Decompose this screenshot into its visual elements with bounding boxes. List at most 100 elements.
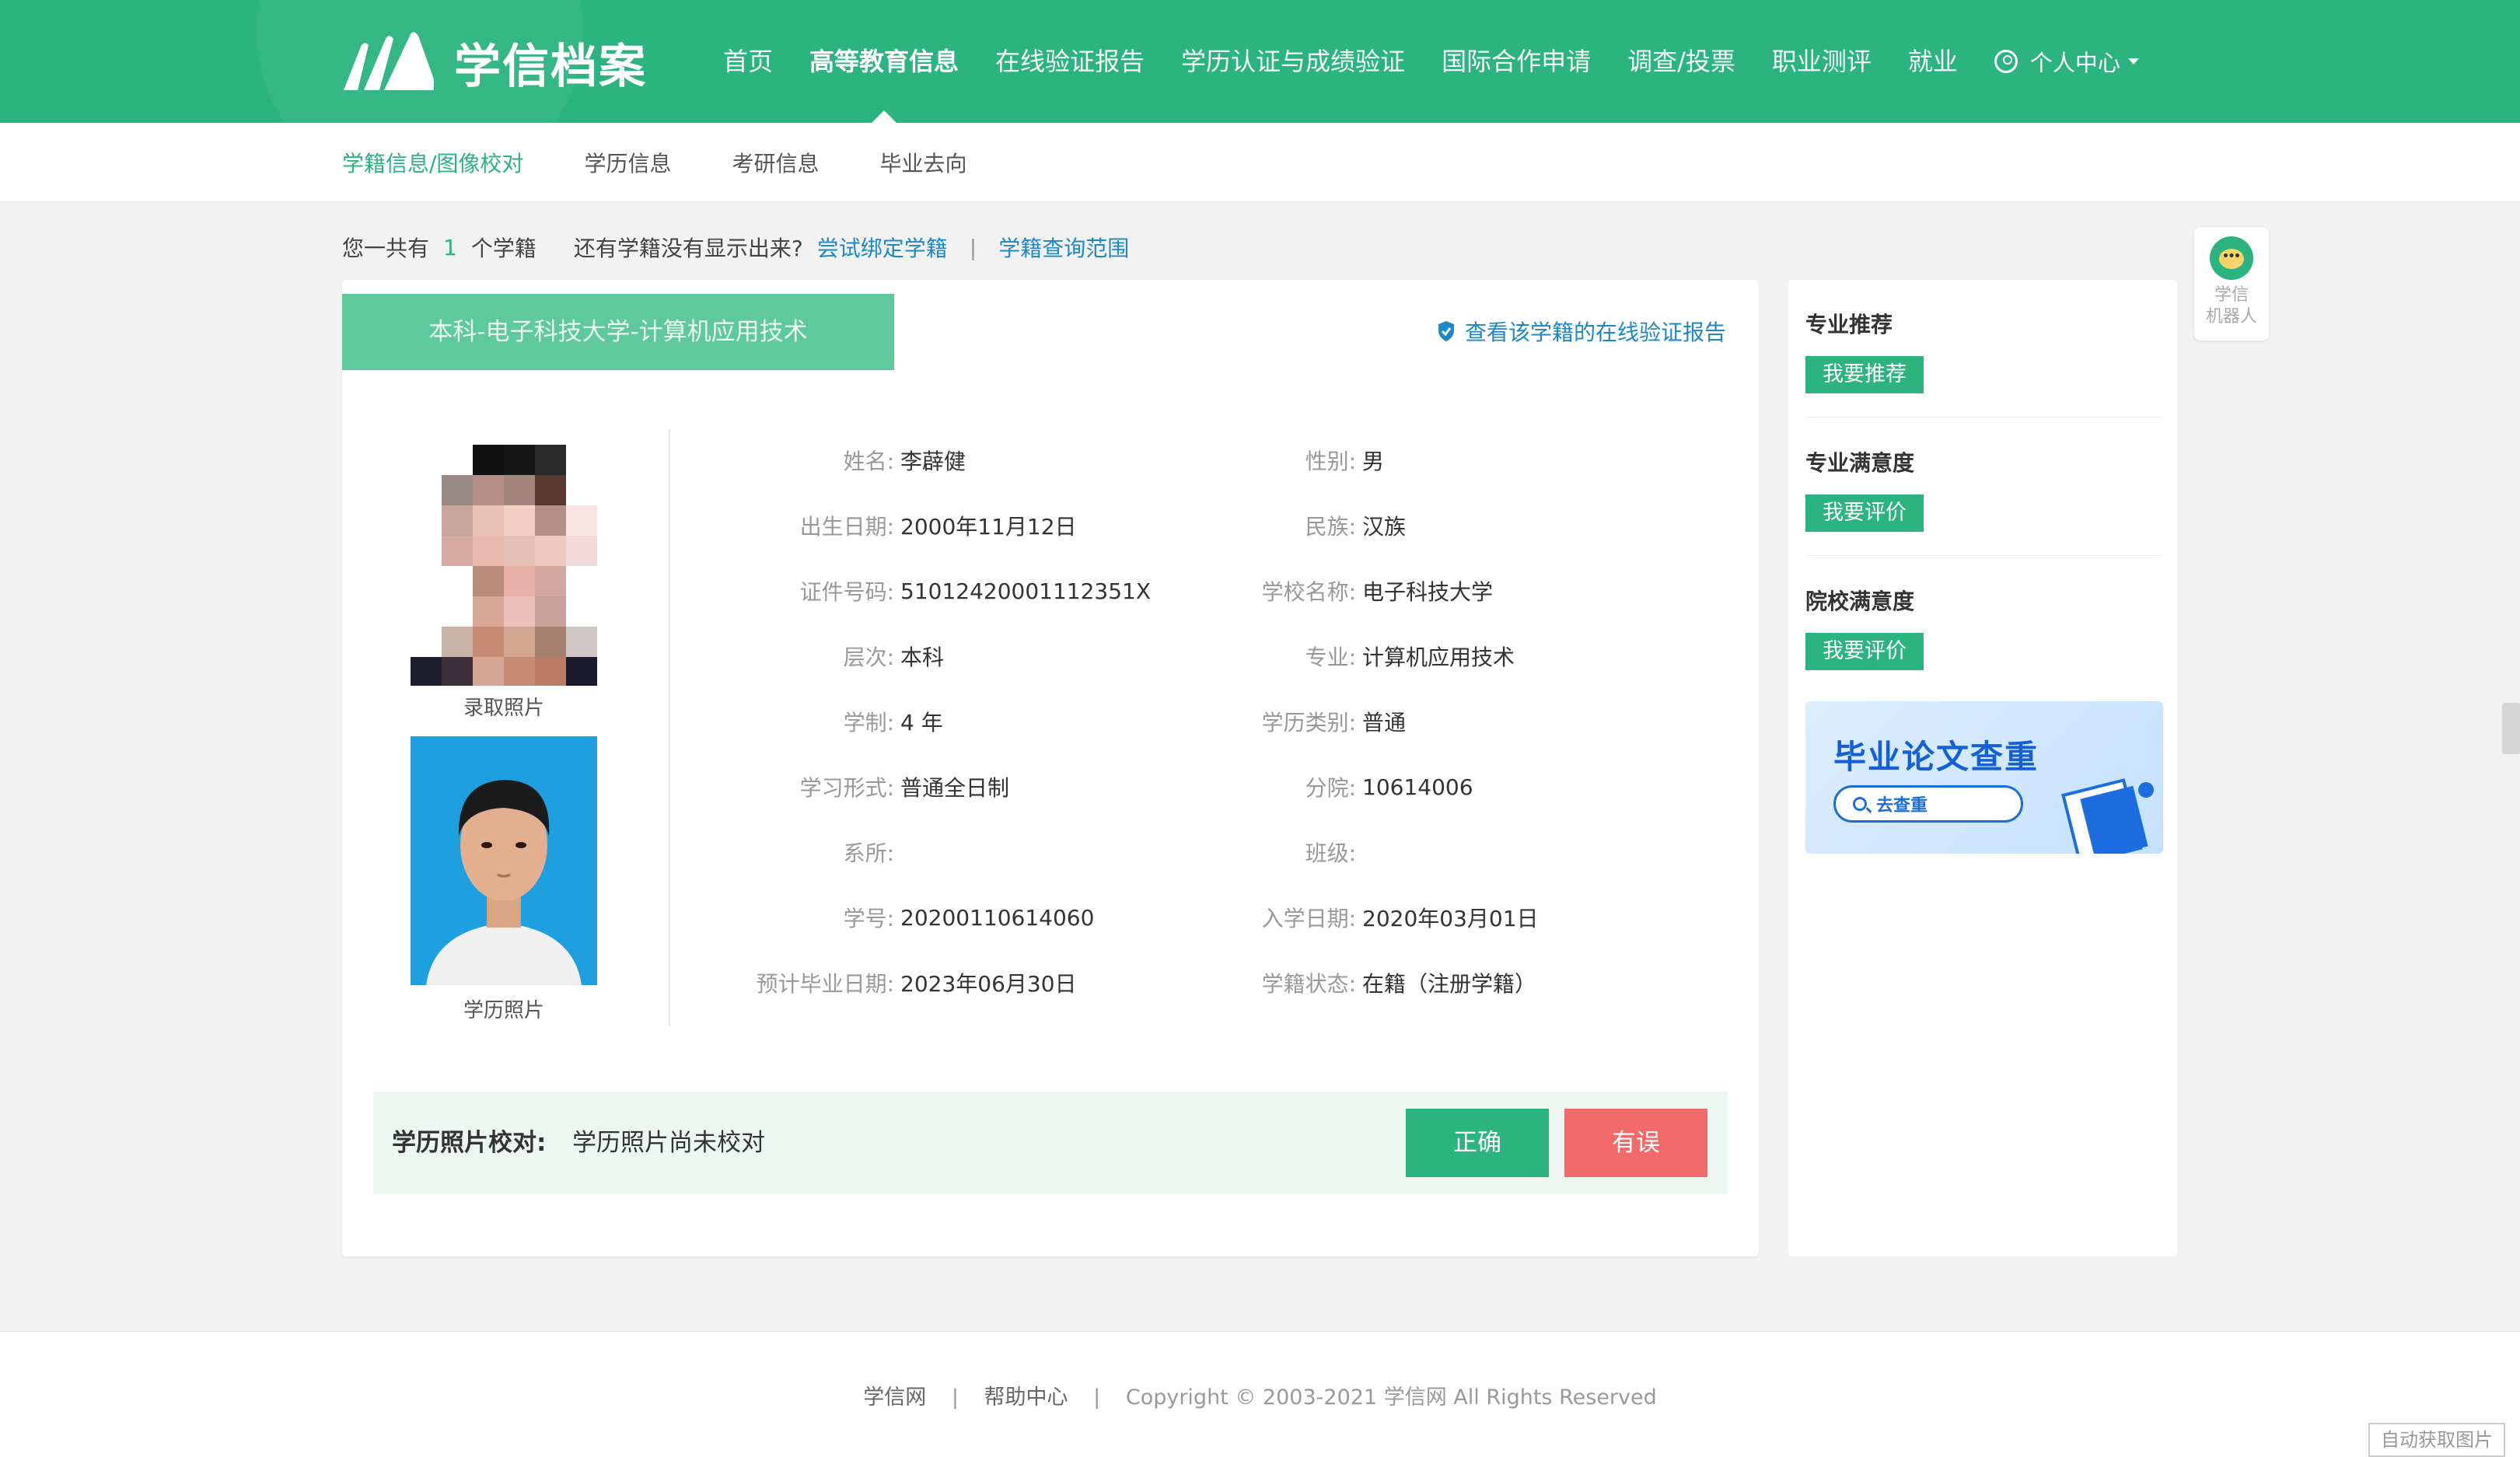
footer-copyright: Copyright © 2003-2021 学信网 All Rights Res…: [1125, 1385, 1657, 1410]
major-recommend-block: 专业推荐 我要推荐: [1805, 308, 2163, 393]
field-row: 学号: 20200110614060 入学日期: 2020年03月01日: [708, 885, 1718, 950]
nav-certification[interactable]: 学历认证与成绩验证: [1181, 0, 1405, 123]
field-row: 学制: 4 年 学历类别: 普通: [708, 689, 1718, 754]
field-label: 系所:: [843, 840, 894, 866]
shield-check-icon: [1438, 321, 1454, 341]
field-label: 学校名称:: [1261, 579, 1356, 605]
site-logo[interactable]: 学信档案: [341, 30, 647, 95]
user-menu-label: 个人中心: [2029, 50, 2120, 76]
recommend-button[interactable]: 我要推荐: [1805, 356, 1924, 393]
field-row: 出生日期: 2000年11月12日 民族: 汉族: [708, 493, 1718, 558]
field-label: 学籍状态:: [1261, 971, 1356, 997]
field-label: 学号:: [843, 906, 894, 931]
chevron-down-icon: [2127, 58, 2139, 65]
field-label: 出生日期:: [799, 514, 894, 540]
thesis-check-banner[interactable]: 毕业论文查重 去查重: [1805, 701, 2163, 854]
admission-photo-pixelated: [411, 445, 597, 686]
logo-wings-icon: [344, 32, 434, 90]
field-birthdate-value: 2000年11月12日: [900, 514, 1077, 540]
field-label: 证件号码:: [799, 579, 894, 605]
field-grad-date-value: 2023年06月30日: [900, 971, 1077, 997]
portrait-image: [411, 736, 597, 985]
nav-online-report[interactable]: 在线验证报告: [995, 0, 1145, 123]
field-row: 学习形式: 普通全日制 分院: 10614006: [708, 754, 1718, 819]
side-title: 专业满意度: [1805, 450, 1915, 476]
tab-enrollment-info[interactable]: 学籍信息/图像校对: [342, 147, 523, 178]
school-satisfaction-block: 院校满意度 我要评价: [1805, 585, 2163, 670]
tab-degree-info[interactable]: 学历信息: [584, 147, 671, 178]
summary-question: 还有学籍没有显示出来?: [573, 236, 803, 261]
field-label: 层次:: [843, 645, 894, 670]
side-title: 专业推荐: [1805, 312, 1893, 337]
promo-check-button[interactable]: 去查重: [1833, 785, 2023, 823]
field-row: 证件号码: 51012420001112351X 学校名称: 电子科技大学: [708, 558, 1718, 624]
nav-higher-education[interactable]: 高等教育信息: [809, 0, 959, 123]
rate-major-button[interactable]: 我要评价: [1805, 494, 1924, 532]
summary-separator: |: [969, 234, 977, 260]
correct-button[interactable]: 正确: [1406, 1109, 1549, 1177]
field-gender-value: 男: [1362, 449, 1385, 474]
photo-check-status: 学历照片尚未校对: [572, 1129, 765, 1157]
record-tab[interactable]: 本科-电子科技大学-计算机应用技术: [342, 294, 894, 370]
field-status-value: 在籍（注册学籍）: [1362, 971, 1537, 997]
photo-check-label: 学历照片校对:: [392, 1129, 547, 1157]
right-sidebar: 专业推荐 我要推荐 专业满意度 我要评价 院校满意度 我要评价 毕业论文查重 去…: [1788, 280, 2177, 1256]
side-divider: [1805, 417, 2163, 418]
tab-postgrad-exam[interactable]: 考研信息: [732, 147, 819, 178]
nav-international[interactable]: 国际合作申请: [1442, 0, 1591, 123]
wrong-button[interactable]: 有误: [1564, 1109, 1707, 1177]
robot-label-2: 机器人: [2205, 307, 2257, 327]
admission-photo-label: 录取照片: [463, 697, 544, 720]
query-scope-link[interactable]: 学籍查询范围: [998, 232, 1129, 263]
field-study-form-value: 普通全日制: [900, 775, 1010, 801]
sub-navbar: 学籍信息/图像校对 学历信息 考研信息 毕业去向: [0, 123, 2520, 202]
field-row: 预计毕业日期: 2023年06月30日 学籍状态: 在籍（注册学籍）: [708, 950, 1718, 1015]
photo-check-bar: 学历照片校对: 学历照片尚未校对 正确 有误: [373, 1092, 1728, 1194]
nav-survey[interactable]: 调查/投票: [1627, 0, 1735, 123]
divider: [669, 429, 670, 1026]
field-label: 分院:: [1305, 775, 1356, 801]
field-major-value: 计算机应用技术: [1362, 645, 1515, 670]
field-label: 入学日期:: [1261, 906, 1356, 931]
rate-school-button[interactable]: 我要评价: [1805, 633, 1924, 670]
verify-report-link[interactable]: 查看该学籍的在线验证报告: [1437, 316, 1726, 347]
auto-capture-button[interactable]: 自动获取图片: [2368, 1423, 2505, 1457]
field-level-value: 本科: [900, 645, 945, 670]
field-label: 姓名:: [843, 449, 894, 474]
side-divider: [1805, 555, 2163, 556]
field-label: 专业:: [1305, 645, 1356, 670]
major-satisfaction-block: 专业满意度 我要评价: [1805, 446, 2163, 532]
field-label: 预计毕业日期:: [756, 971, 894, 997]
nav-employment[interactable]: 就业: [1908, 0, 1958, 123]
degree-photo[interactable]: [411, 736, 597, 988]
nav-home[interactable]: 首页: [723, 0, 773, 123]
summary-suffix: 个学籍: [470, 236, 537, 261]
nav-career-test[interactable]: 职业测评: [1772, 0, 1872, 123]
admission-photo[interactable]: [411, 445, 597, 686]
field-row: 层次: 本科 专业: 计算机应用技术: [708, 624, 1718, 689]
field-name-value: 李薜健: [900, 449, 966, 474]
scrollbar-handle[interactable]: [2502, 703, 2520, 754]
field-row: 系所: 班级:: [708, 819, 1718, 885]
photo-column: 录取照片 学历照片: [411, 445, 597, 1023]
field-label: 学历类别:: [1261, 710, 1356, 735]
user-icon: [1994, 50, 2018, 73]
field-id-number-value: 51012420001112351X: [900, 578, 1152, 604]
footer-link-chsi[interactable]: 学信网: [863, 1385, 926, 1410]
record-count: 1: [443, 234, 457, 260]
record-card: 本科-电子科技大学-计算机应用技术 查看该学籍的在线验证报告 录取照片 学历照片: [342, 280, 1759, 1256]
main-nav: 首页 高等教育信息 在线验证报告 学历认证与成绩验证 国际合作申请 调查/投票 …: [723, 0, 2139, 123]
field-label: 学制:: [843, 710, 894, 735]
footer-separator: |: [1093, 1385, 1101, 1410]
user-menu[interactable]: 个人中心: [1994, 0, 2139, 123]
verify-report-label: 查看该学籍的在线验证报告: [1464, 320, 1726, 345]
assistant-robot[interactable]: 学信 机器人: [2194, 227, 2269, 341]
bind-record-link[interactable]: 尝试绑定学籍: [817, 232, 948, 263]
record-fields: 姓名: 李薜健 性别: 男 出生日期: 2000年11月12日 民族: 汉族 证件号码:…: [708, 428, 1718, 1015]
robot-label-1: 学信: [2214, 285, 2249, 305]
promo-title: 毕业论文查重: [1833, 738, 2039, 776]
field-enroll-date-value: 2020年03月01日: [1362, 906, 1539, 931]
footer-link-help[interactable]: 帮助中心: [984, 1385, 1068, 1410]
document-illustration-icon: [2061, 778, 2154, 854]
tab-graduation-destination[interactable]: 毕业去向: [879, 147, 966, 178]
